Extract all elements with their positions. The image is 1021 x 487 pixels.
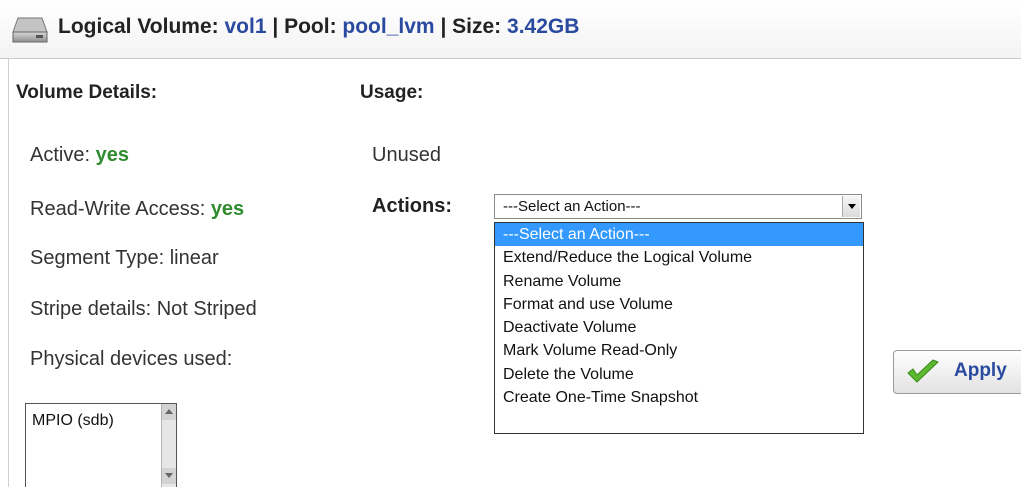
actions-label: Actions: [372,195,452,217]
rw-access-label: Read-Write Access: [30,198,206,220]
arrow-down-icon [165,473,173,478]
active-label: Active: [30,144,91,166]
active-row: Active: yes [30,144,129,167]
scroll-up-button[interactable] [162,404,176,420]
pool-label: | Pool: [272,15,337,38]
chevron-down-icon [848,204,856,209]
volume-header: Logical Volume: vol1 | Pool: pool_lvm | … [0,0,1021,59]
dropdown-arrow[interactable] [842,196,860,217]
apply-label: Apply [954,360,1007,381]
lv-name: vol1 [224,15,267,38]
rw-access-value: yes [210,198,245,220]
action-option[interactable]: Create One-Time Snapshot [495,386,863,409]
hard-drive-icon [12,17,48,43]
action-option[interactable]: Mark Volume Read-Only [495,339,863,362]
action-option[interactable]: Delete the Volume [495,363,863,386]
logical-volume-page: Logical Volume: vol1 | Pool: pool_lvm | … [0,0,1021,487]
checkmark-icon [907,359,939,383]
action-option[interactable]: Rename Volume [495,270,863,293]
rw-access-row: Read-Write Access: yes [30,198,244,221]
lv-label: Logical Volume: [58,15,219,38]
action-select-value: ---Select an Action--- [503,198,641,215]
physical-devices-label: Physical devices used: [30,348,233,370]
left-divider [8,58,9,487]
action-dropdown-list[interactable]: ---Select an Action--- Extend/Reduce the… [494,222,864,434]
pool-name: pool_lvm [342,15,435,38]
volume-details-title: Volume Details: [16,82,158,103]
physical-devices-list[interactable]: MPIO (sdb) [25,403,177,487]
usage-value: Unused [372,144,441,166]
size-label: | Size: [440,15,502,38]
active-value: yes [95,144,129,166]
arrow-up-icon [165,409,173,414]
apply-button[interactable]: Apply [893,350,1021,394]
list-item[interactable]: MPIO (sdb) [32,412,114,430]
listbox-scrollbar[interactable] [161,404,176,487]
action-option[interactable]: Extend/Reduce the Logical Volume [495,246,863,269]
volume-summary: Logical Volume: vol1 | Pool: pool_lvm | … [58,15,579,39]
size-value: 3.42GB [507,15,580,38]
action-option[interactable]: Deactivate Volume [495,316,863,339]
usage-title: Usage: [360,82,424,103]
action-select[interactable]: ---Select an Action--- [494,194,862,219]
segment-type: Segment Type: linear [30,247,219,269]
action-option[interactable]: Format and use Volume [495,293,863,316]
stripe-details: Stripe details: Not Striped [30,298,257,320]
scroll-down-button[interactable] [162,468,176,484]
action-option[interactable]: ---Select an Action--- [495,223,863,247]
